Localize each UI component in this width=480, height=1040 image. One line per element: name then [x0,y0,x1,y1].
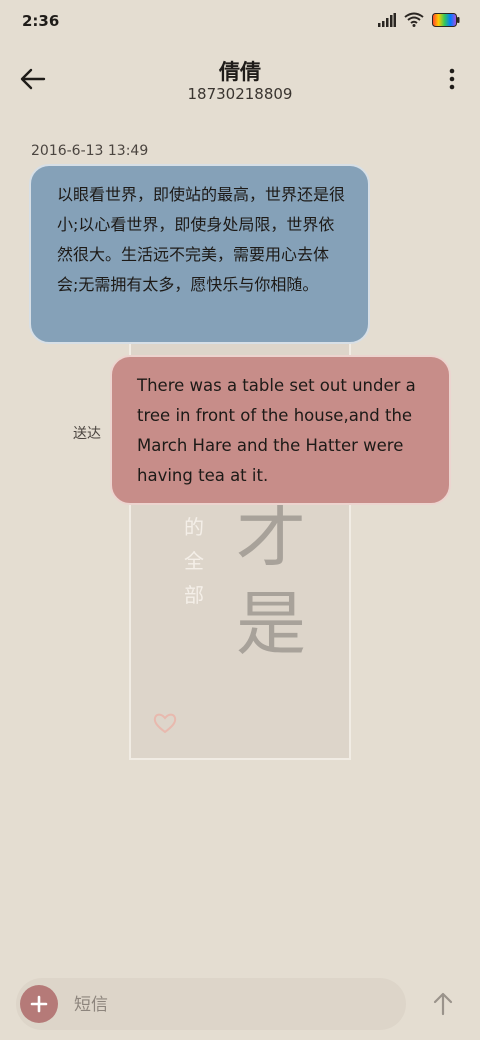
status-icons [378,12,460,27]
signal-icon [378,12,396,27]
arrow-up-icon [433,992,453,1016]
send-button[interactable] [426,986,460,1022]
wallpaper-big-text: 才是 [236,495,306,665]
message-composer [16,978,406,1030]
status-time: 2:36 [22,12,60,30]
message-timestamp: 2016-6-13 13:49 [31,143,149,159]
plus-icon [30,995,48,1013]
wifi-icon [404,12,424,27]
message-input[interactable] [72,988,396,1022]
incoming-message-bubble[interactable]: 以眼看世界，即使站的最高，世界还是很小;以心看世界，即使身处局限，世界依然很大。… [29,164,370,344]
more-vertical-icon [449,68,455,90]
contact-number: 18730218809 [187,85,293,103]
conversation-header: 倩倩 18730218809 [0,50,480,110]
message-text: There was a table set out under a tree i… [137,376,416,485]
outgoing-message-bubble[interactable]: There was a table set out under a tree i… [110,355,451,505]
delivery-status: 送达 [73,426,101,442]
add-attachment-button[interactable] [20,985,58,1023]
battery-icon [432,12,460,27]
wallpaper-small-text: 的全部 [184,515,204,607]
message-text: 以眼看世界，即使站的最高，世界还是很小;以心看世界，即使身处局限，世界依然很大。… [57,185,346,294]
status-bar: 2:36 [0,0,480,44]
more-options-button[interactable] [442,62,462,96]
heart-icon [153,713,177,734]
contact-name: 倩倩 [219,60,261,84]
